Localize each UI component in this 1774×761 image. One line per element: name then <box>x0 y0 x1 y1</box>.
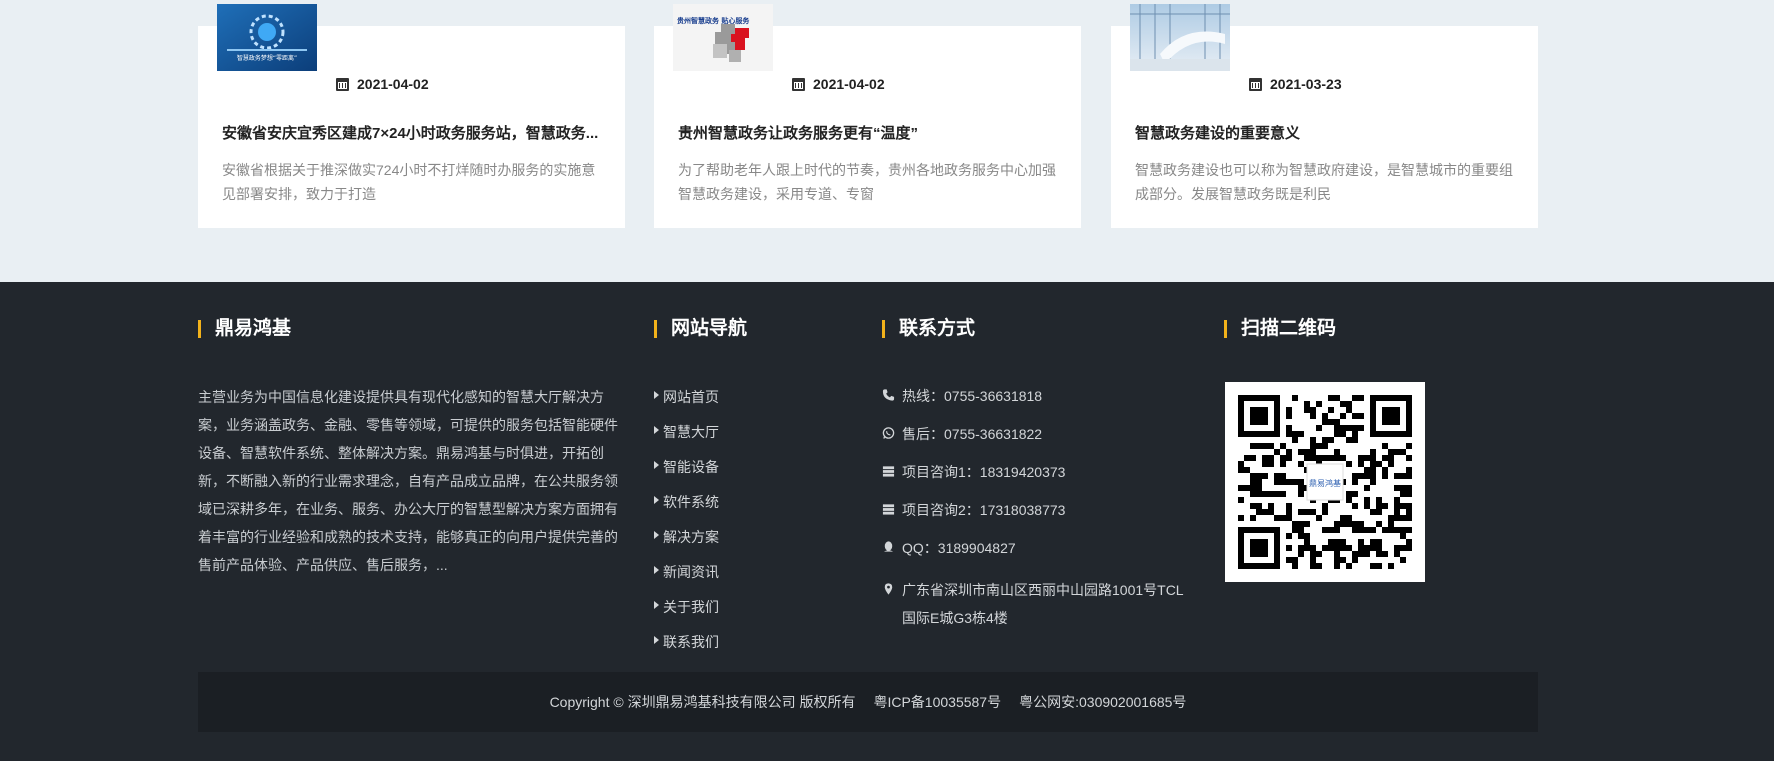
caret-right-icon <box>654 496 659 504</box>
news-title[interactable]: 安徽省安庆宜秀区建成7×24小时政务服务站，智慧政务... <box>222 122 602 143</box>
news-date: 2021-04-02 <box>792 76 885 92</box>
contact-consult-1: 项目咨询1：18319420373 <box>882 462 1192 500</box>
server-icon <box>882 504 895 515</box>
news-description: 为了帮助老年人跟上时代的节奏，贵州各地政务服务中心加强智慧政务建设，采用专道、专… <box>678 162 1056 202</box>
calendar-icon <box>1249 77 1262 91</box>
nav-title: 网站导航 <box>654 319 747 338</box>
news-card[interactable]: 贵州智慧政务 贴心服务 2021-04-02 贵州智慧政务让政务服务更有“温度”… <box>654 4 1081 228</box>
qr-code: 鼎易鸿基 <box>1225 382 1425 582</box>
contact-qq: QQ：3189904827 <box>882 538 1192 576</box>
about-title: 鼎易鸿基 <box>198 319 291 338</box>
news-thumbnail[interactable]: 智慧政务梦想“零距离” <box>217 4 317 71</box>
police-record-link[interactable]: 粤公网安:030902001685号 <box>1019 692 1186 712</box>
qr-logo-text: 鼎易鸿基 <box>1309 478 1341 488</box>
nav-item-contact[interactable]: 联系我们 <box>654 632 719 667</box>
footer: 鼎易鸿基 主营业务为中国信息化建设提供具有现代化感知的智慧大厅解决方案，业务涵盖… <box>0 282 1774 761</box>
copyright-bar: Copyright © 深圳鼎易鸿基科技有限公司 版权所有 粤ICP备10035… <box>198 672 1538 732</box>
contact-aftersale: 售后：0755-36631822 <box>882 424 1192 462</box>
news-thumbnail[interactable] <box>1130 4 1230 71</box>
news-description: 安徽省根据关于推深做实724小时不打烊随时办服务的实施意见部署安排，致力于打造 <box>222 162 596 202</box>
news-date: 2021-03-23 <box>1249 76 1342 92</box>
thumbnail-caption: 智慧政务梦想“零距离” <box>237 54 297 62</box>
contact-address: 广东省深圳市南山区西丽中山园路1001号TCL国际E城G3栋4楼 <box>882 576 1192 632</box>
server-icon <box>882 466 895 477</box>
news-date: 2021-04-02 <box>336 76 429 92</box>
qq-icon <box>883 541 894 552</box>
contact-info: 热线：0755-36631818 售后：0755-36631822 项目咨询1：… <box>882 386 1192 632</box>
news-thumbnail[interactable]: 贵州智慧政务 贴心服务 <box>673 4 773 71</box>
caret-right-icon <box>654 461 659 469</box>
nav-item-software[interactable]: 软件系统 <box>654 492 719 527</box>
news-card[interactable]: 智慧政务梦想“零距离” 2021-04-02 安徽省安庆宜秀区建成7×24小时政… <box>198 4 625 228</box>
contact-hotline: 热线：0755-36631818 <box>882 386 1192 424</box>
nav-item-news[interactable]: 新闻资讯 <box>654 562 719 597</box>
map-marker-icon <box>884 583 893 595</box>
caret-right-icon <box>654 531 659 539</box>
nav-item-smart-hall[interactable]: 智慧大厅 <box>654 422 719 457</box>
news-description: 智慧政务建设也可以称为智慧政府建设，是智慧城市的重要组成部分。发展智慧政务既是利… <box>1135 162 1513 202</box>
caret-right-icon <box>654 426 659 434</box>
caret-right-icon <box>654 391 659 399</box>
thumbnail-caption: 贵州智慧政务 贴心服务 <box>677 16 750 25</box>
news-section: 智慧政务梦想“零距离” 2021-04-02 安徽省安庆宜秀区建成7×24小时政… <box>0 0 1774 282</box>
nav-item-smart-devices[interactable]: 智能设备 <box>654 457 719 492</box>
qr-code-image: 鼎易鸿基 <box>1238 395 1412 569</box>
contact-title: 联系方式 <box>882 319 975 338</box>
phone-icon <box>882 389 895 401</box>
caret-right-icon <box>654 566 659 574</box>
caret-right-icon <box>654 636 659 644</box>
news-title[interactable]: 贵州智慧政务让政务服务更有“温度” <box>678 122 1058 143</box>
news-card[interactable]: 2021-03-23 智慧政务建设的重要意义 智慧政务建设也可以称为智慧政府建设… <box>1111 4 1538 228</box>
copyright-text: Copyright © 深圳鼎易鸿基科技有限公司 版权所有 <box>549 694 856 710</box>
contact-consult-2: 项目咨询2：17318038773 <box>882 500 1192 538</box>
whatsapp-icon <box>882 427 895 439</box>
about-text: 主营业务为中国信息化建设提供具有现代化感知的智慧大厅解决方案，业务涵盖政务、金融… <box>198 389 618 573</box>
nav-item-solutions[interactable]: 解决方案 <box>654 527 719 562</box>
footer-nav: 网站首页 智慧大厅 智能设备 软件系统 解决方案 新闻资讯 关于我们 联系我们 <box>654 387 719 667</box>
qr-title: 扫描二维码 <box>1224 319 1336 338</box>
calendar-icon <box>792 77 805 91</box>
nav-item-home[interactable]: 网站首页 <box>654 387 719 422</box>
news-title[interactable]: 智慧政务建设的重要意义 <box>1135 122 1515 143</box>
caret-right-icon <box>654 601 659 609</box>
icp-link[interactable]: 粤ICP备10035587号 <box>873 692 1001 712</box>
nav-item-about[interactable]: 关于我们 <box>654 597 719 632</box>
calendar-icon <box>336 77 349 91</box>
